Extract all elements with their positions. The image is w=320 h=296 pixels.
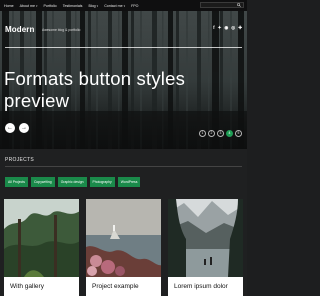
twitter-icon[interactable]: ✦ (218, 25, 222, 31)
instagram-icon[interactable]: ◉ (224, 25, 228, 31)
project-filters: All Projects Copywriting Graphic design … (5, 177, 141, 187)
slider-dot[interactable]: 2 (208, 130, 215, 137)
google-plus-icon[interactable]: ✚ (238, 25, 242, 31)
card-title[interactable]: Lorem ipsum dolor (174, 283, 228, 290)
nav-label: About me (19, 3, 35, 8)
slider-prev-button[interactable]: ← (5, 123, 15, 133)
nav-item-fpo[interactable]: FPO (131, 4, 138, 8)
nav-label: FPO (131, 3, 139, 8)
slider-dot[interactable]: 3 (217, 130, 224, 137)
forest-image (4, 199, 79, 277)
chevron-down-icon: ▾ (96, 3, 99, 8)
nav-item-blog[interactable]: Blog ▾ (88, 4, 98, 8)
project-thumbnail[interactable] (4, 199, 79, 277)
filter-photography[interactable]: Photography (89, 177, 115, 187)
projects-section: PROJECTS All Projects Copywriting Graphi… (0, 149, 247, 296)
slider-dot[interactable]: 1 (199, 130, 206, 137)
slider-pagination: 1 2 3 4 5 (199, 130, 242, 137)
filter-all-projects[interactable]: All Projects (5, 177, 28, 187)
card-title[interactable]: With gallery (10, 283, 44, 290)
filter-graphic-design[interactable]: Graphic design (57, 177, 87, 187)
filter-copywriting[interactable]: Copywriting (30, 177, 55, 187)
arrow-right-icon: → (21, 125, 27, 131)
lake-image (168, 199, 243, 277)
nav-item-about[interactable]: About me ▾ (20, 4, 38, 8)
nav-label: Home (4, 3, 14, 8)
card-title[interactable]: Project example (92, 283, 139, 290)
section-divider (5, 166, 242, 167)
projects-title: PROJECTS (5, 157, 35, 163)
nav-item-contact[interactable]: Contact me ▾ (104, 4, 125, 8)
nav-label: Blog (88, 3, 96, 8)
nav-label: Portfolio (43, 3, 57, 8)
nav-item-portfolio[interactable]: Portfolio (44, 4, 57, 8)
top-navigation: Home About me ▾ Portfolio Testimonials Bl… (0, 0, 247, 11)
nav-label: Contact me (104, 3, 123, 8)
arrow-left-icon: ← (7, 125, 13, 131)
project-card[interactable]: With gallery (4, 199, 79, 296)
header-divider (5, 47, 242, 48)
project-card[interactable]: Lorem ipsum dolor (168, 199, 243, 296)
filter-wordpress[interactable]: WordPress (117, 177, 141, 187)
nav-item-home[interactable]: Home (4, 4, 14, 8)
chevron-down-icon: ▾ (123, 3, 126, 8)
search-icon[interactable] (237, 3, 241, 7)
slider-dot-active[interactable]: 4 (226, 130, 233, 137)
coastal-image (86, 199, 161, 277)
hero-banner: Modern Awesome blog & portfolio f ✦ ◉ ◎ … (0, 11, 247, 149)
project-thumbnail[interactable] (86, 199, 161, 277)
nav-label: Testimonials (62, 3, 83, 8)
hero-title[interactable]: Formats button styles preview (4, 68, 204, 112)
site-brand[interactable]: Modern (5, 25, 35, 34)
slider-next-button[interactable]: → (19, 123, 29, 133)
search-input[interactable] (200, 2, 244, 8)
social-links: f ✦ ◉ ◎ ✚ (213, 25, 242, 31)
site-tagline: Awesome blog & portfolio (42, 27, 81, 32)
chevron-down-icon: ▾ (35, 3, 38, 8)
project-cards: With gallery Project example Lorem ipsum… (4, 199, 243, 296)
project-card[interactable]: Project example (86, 199, 161, 296)
dribbble-icon[interactable]: ◎ (231, 25, 235, 31)
nav-item-testimonials[interactable]: Testimonials (63, 4, 83, 8)
facebook-icon[interactable]: f (213, 25, 215, 31)
project-thumbnail[interactable] (168, 199, 243, 277)
slider-dot[interactable]: 5 (235, 130, 242, 137)
